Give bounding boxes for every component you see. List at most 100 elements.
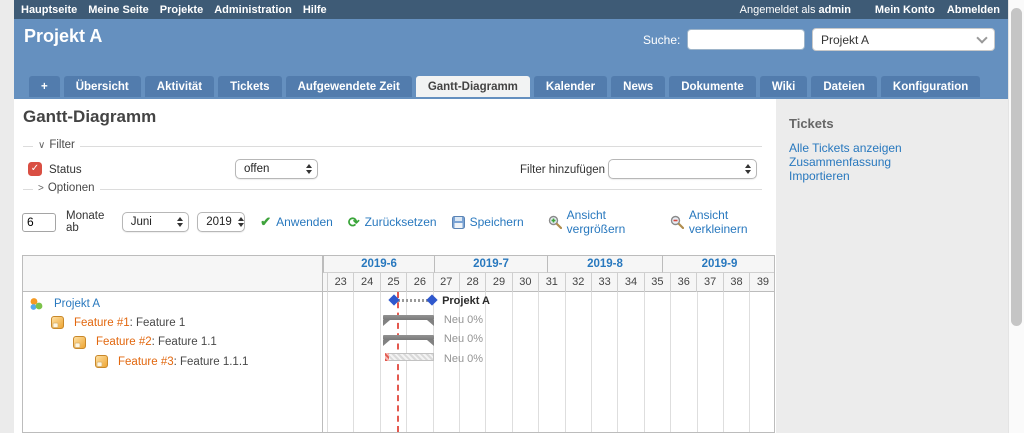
parent-bar-left-wing: [383, 340, 390, 346]
issue-link[interactable]: Feature #1: [74, 317, 130, 329]
logged-in-as: Angemeldet als admin: [740, 4, 851, 16]
gantt-weeks-row: 2324252627282930313233343536373839: [323, 273, 775, 292]
parent-bar-right-wing: [427, 320, 434, 326]
sidebar: Tickets Alle Tickets anzeigenZusammenfas…: [776, 99, 1008, 433]
tab-übersicht[interactable]: Übersicht: [64, 76, 141, 97]
zoom-in-icon: [548, 215, 562, 229]
gantt-bar-label: Neu 0%: [444, 353, 483, 365]
tab-tickets[interactable]: Tickets: [218, 76, 281, 97]
parent-task-bar[interactable]: [383, 315, 434, 320]
scrollbar-track[interactable]: [1008, 0, 1024, 433]
tab-dateien[interactable]: Dateien: [811, 76, 877, 97]
gantt-week-label: 35: [644, 273, 670, 292]
issue-subject: : Feature 1.1.1: [174, 356, 249, 368]
gantt-gridline: [670, 292, 671, 432]
sidebar-link[interactable]: Alle Tickets anzeigen: [789, 141, 1008, 155]
milestone-diamond-icon[interactable]: [426, 294, 437, 305]
topmenu-left: Hauptseite Meine Seite Projekte Administrat…: [21, 4, 338, 16]
gantt-week-label: 30: [512, 273, 538, 292]
task-bar[interactable]: [385, 353, 434, 361]
expand-arrow-icon: >: [38, 183, 44, 194]
year-select[interactable]: 2019: [197, 212, 245, 232]
tab-wiki[interactable]: Wiki: [760, 76, 808, 97]
reset-button[interactable]: Zurücksetzen: [365, 215, 437, 229]
months-count-input[interactable]: [22, 213, 56, 232]
topmenu-item[interactable]: Meine Seite: [88, 4, 149, 16]
gantt-week-label: 23: [327, 273, 353, 292]
today-line: [397, 292, 399, 432]
save-icon: [452, 216, 465, 229]
topmenu-account-item[interactable]: Abmelden: [947, 4, 1000, 16]
zoom-in-button[interactable]: Ansicht vergrößern: [567, 208, 654, 236]
options-fieldset: >Optionen: [23, 189, 762, 190]
status-select-value: offen: [244, 163, 269, 175]
gantt-month-label[interactable]: 2019-8: [547, 256, 662, 273]
tab-+[interactable]: +: [29, 76, 60, 97]
tab-aufgewendete-zeit[interactable]: Aufgewendete Zeit: [286, 76, 412, 97]
tab-aktivität[interactable]: Aktivität: [145, 76, 214, 97]
status-checkbox[interactable]: ✓: [28, 162, 42, 176]
gantt-gridline: [433, 292, 434, 432]
topmenu-item[interactable]: Administration: [214, 4, 292, 16]
topmenu-item[interactable]: Hilfe: [303, 4, 327, 16]
gantt-gridline: [591, 292, 592, 432]
gantt-week-label: 24: [353, 273, 379, 292]
status-select[interactable]: offen: [235, 159, 318, 179]
tab-gantt-diagramm[interactable]: Gantt-Diagramm: [416, 76, 530, 97]
select-stepper-icon: [177, 217, 183, 227]
task-late-marker: [385, 353, 389, 361]
issue-link[interactable]: Feature #2: [96, 336, 152, 348]
gantt-month-label[interactable]: 2019-9: [662, 256, 775, 273]
select-stepper-icon: [306, 164, 312, 174]
gantt-gridline: [565, 292, 566, 432]
gantt-gridline: [327, 292, 328, 432]
gantt-week-label: 37: [696, 273, 722, 292]
current-user[interactable]: admin: [819, 4, 851, 16]
sidebar-link[interactable]: Importieren: [789, 169, 1008, 183]
tab-news[interactable]: News: [611, 76, 665, 97]
select-stepper-icon: [745, 164, 751, 174]
topmenu-account-item[interactable]: Mein Konto: [875, 4, 935, 16]
scrollbar-thumb[interactable]: [1011, 8, 1022, 326]
topmenu-item[interactable]: Hauptseite: [21, 4, 77, 16]
parent-task-bar[interactable]: [383, 335, 434, 340]
sidebar-link[interactable]: Zusammenfassung: [789, 155, 1008, 169]
gantt-week-label: 25: [380, 273, 406, 292]
add-filter-select[interactable]: [608, 159, 757, 179]
content: Gantt-Diagramm ∨Filter ✓ Status offen Fi…: [14, 99, 776, 433]
options-legend[interactable]: >Optionen: [33, 182, 100, 194]
sidebar-links: Alle Tickets anzeigenZusammenfassungImpo…: [789, 141, 1008, 183]
project-jump-select[interactable]: Projekt A: [812, 28, 995, 51]
parent-bar-right-wing: [427, 340, 434, 346]
redmine-page: Hauptseite Meine Seite Projekte Administrat…: [14, 0, 1008, 433]
apply-check-icon: ✔: [260, 214, 271, 230]
gantt-week-label: 34: [617, 273, 643, 292]
gantt-tree-row: Projekt A: [29, 294, 100, 313]
zoom-out-button[interactable]: Ansicht verkleinern: [689, 208, 776, 236]
gantt-gridline: [697, 292, 698, 432]
main-tabs: +ÜbersichtAktivitätTicketsAufgewendete Z…: [29, 76, 984, 97]
issue-link[interactable]: Feature #3: [118, 356, 174, 368]
gantt-bar-label: Neu 0%: [444, 314, 483, 326]
month-select[interactable]: Juni: [122, 212, 189, 232]
chevron-down-icon: [976, 32, 987, 43]
tab-kalender[interactable]: Kalender: [534, 76, 607, 97]
save-button[interactable]: Speichern: [470, 215, 524, 229]
search-input[interactable]: [687, 29, 805, 50]
status-label: Status: [49, 164, 82, 176]
reset-icon: ⟳: [348, 214, 360, 231]
tab-konfiguration[interactable]: Konfiguration: [881, 76, 980, 97]
project-link[interactable]: Projekt A: [54, 298, 100, 310]
topmenu-item[interactable]: Projekte: [160, 4, 203, 16]
filter-legend[interactable]: ∨Filter: [33, 139, 80, 151]
gantt-gridline: [617, 292, 618, 432]
gantt-bar-label: Projekt A: [442, 295, 490, 307]
gantt-months-row: 2019-62019-72019-82019-9: [323, 256, 775, 273]
tab-dokumente[interactable]: Dokumente: [669, 76, 756, 97]
gantt-month-label[interactable]: 2019-7: [434, 256, 547, 273]
gantt-tree-row: Feature #3: Feature 1.1.1: [95, 352, 248, 371]
apply-button[interactable]: Anwenden: [276, 215, 333, 229]
package-icon: [73, 336, 91, 349]
year-select-value: 2019: [206, 216, 232, 228]
gantt-month-label[interactable]: 2019-6: [323, 256, 434, 273]
